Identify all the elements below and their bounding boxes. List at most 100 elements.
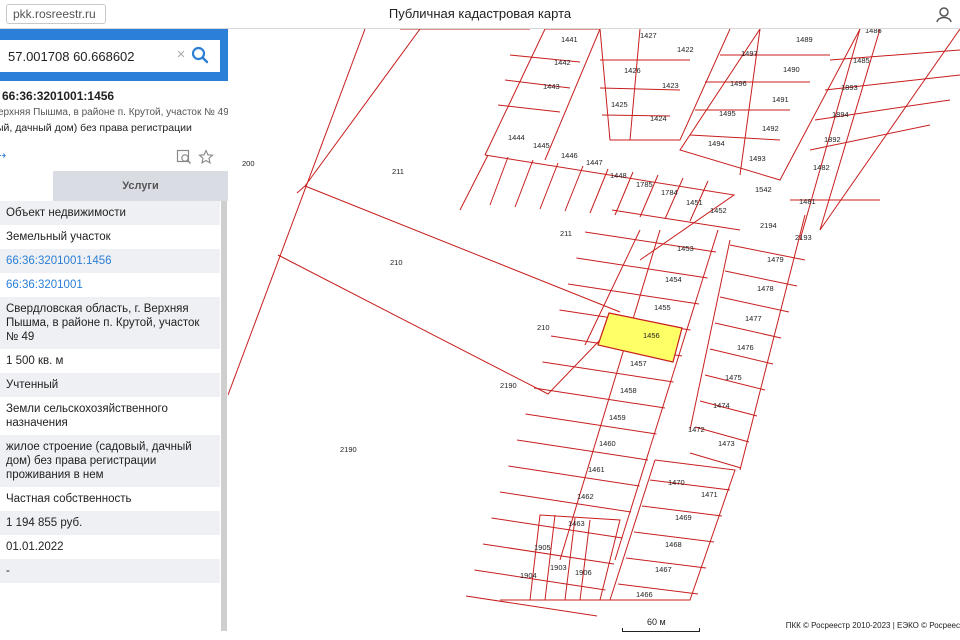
parcel-boundary: [589, 168, 609, 214]
copyright-text: ПКК © Росреестр 2010-2023 | ЕЭКО © Росре…: [785, 621, 960, 630]
parcel-label: 1423: [662, 81, 679, 90]
parcel-label: 2194: [760, 221, 777, 230]
parcel-label: 1456: [643, 331, 660, 340]
parcel-label: 1469: [675, 513, 692, 522]
parcel-label: 1472: [688, 425, 705, 434]
selected-parcel-1456[interactable]: [597, 312, 683, 363]
parcel-boundary: [459, 154, 489, 211]
parcel-label: 1459: [609, 413, 626, 422]
parcel-label: 1427: [640, 31, 657, 40]
parcel-label: 1492: [762, 124, 779, 133]
parcel-label: 1460: [599, 439, 616, 448]
parcel-boundary: [544, 514, 556, 601]
parcel-label: 1447: [586, 158, 603, 167]
parcel-label: 1497: [741, 49, 758, 58]
parcel-label: 1491: [772, 95, 789, 104]
parcel-label: 1489: [796, 35, 813, 44]
map-canvas[interactable]: 200 211 211 210 210 2190 2190 1441 1442 1443 1427 1…: [228, 29, 960, 640]
object-permitted-use: ый, дачный дом) без права регистрации: [0, 122, 192, 134]
parcel-label: 1461: [588, 465, 605, 474]
tab-services[interactable]: Услуги: [53, 171, 228, 201]
parcel-label: 2193: [795, 233, 812, 242]
parcel-label: 1457: [630, 359, 647, 368]
parcel-label: 1426: [624, 66, 641, 75]
parcel-label: 1486: [865, 29, 882, 35]
cadastral-map[interactable]: 200 211 211 210 210 2190 2190 1441 1442 1443 1427 1…: [228, 29, 960, 640]
parcel-boundary: [228, 29, 366, 396]
parcel-label: 1448: [610, 171, 627, 180]
attribute-row: 1 194 855 руб.: [0, 511, 220, 535]
parcel-label: 1455: [654, 303, 671, 312]
parcel-label: 1785: [636, 180, 653, 189]
parcel-boundary: [504, 79, 571, 89]
parcel-label: 1892: [824, 135, 841, 144]
parcel-label: 1495: [719, 109, 736, 118]
attribute-row: 01.01.2022: [6, 541, 64, 553]
parcel-label: 1462: [577, 492, 594, 501]
parcel-boundary: [304, 29, 421, 187]
parcel-boundary: [829, 49, 960, 61]
parcel-label: 1493: [749, 154, 766, 163]
parcel-label: 1906: [575, 568, 592, 577]
parcel-label: 1443: [543, 82, 560, 91]
parcel-label: 210: [390, 258, 403, 267]
parcel-boundary: [539, 162, 559, 210]
parcel-boundary: [719, 296, 790, 313]
parcel-label: 1485: [853, 56, 870, 65]
object-cadastral-number: 66:36:3201001:1456: [2, 89, 115, 103]
parcel-label: 1424: [650, 114, 667, 123]
parcel-label: 1452: [710, 206, 727, 215]
attribute-row: Частная собственность: [6, 493, 132, 505]
object-address: ерхняя Пышма, в районе п. Крутой, участо…: [0, 107, 228, 118]
parcel-label: 1445: [533, 141, 550, 150]
parcel-label: 2190: [340, 445, 357, 454]
parcel-boundary: [584, 231, 717, 253]
parcel-boundary: [525, 413, 657, 435]
parcel-label: 211: [560, 229, 572, 238]
profile-icon[interactable]: [934, 4, 954, 24]
parcel-boundary: [489, 156, 509, 206]
attribute-row: -: [0, 559, 220, 583]
attribute-row: Объект недвижимости: [0, 201, 220, 225]
info-panel: × 66:36:3201001:1456 ерхняя Пышма, в рай…: [0, 29, 228, 640]
parcel-label: 1451: [686, 198, 703, 207]
scale-label: 60 м: [647, 617, 666, 627]
attribute-row: Земельный участок: [6, 231, 111, 243]
parcel-label: 1474: [713, 401, 730, 410]
parcel-label: 1467: [655, 565, 672, 574]
tab-info[interactable]: [0, 171, 53, 201]
parcel-boundary: [714, 322, 782, 339]
parcel-label: 1894: [832, 110, 849, 119]
parcel-label: 1893: [841, 83, 858, 92]
favorite-star-icon[interactable]: [198, 149, 214, 165]
parcel-label: 1442: [554, 58, 571, 67]
address-bar[interactable]: pkk.rosreestr.ru: [6, 4, 106, 24]
parcel-label: 211: [392, 167, 404, 176]
parcel-boundary: [277, 254, 601, 395]
parcel-label: 1458: [620, 386, 637, 395]
parcel-label: 1471: [701, 490, 718, 499]
scrollbar-thumb[interactable]: [221, 201, 227, 631]
scale-bar: [622, 628, 700, 632]
parcel-label: 1476: [737, 343, 754, 352]
parcel-label: 1490: [783, 65, 800, 74]
parcel-label: 1903: [550, 563, 567, 572]
search-icon[interactable]: [190, 44, 210, 66]
parcel-label: 1904: [520, 571, 537, 580]
parcel-label: 1542: [755, 185, 772, 194]
attribute-row[interactable]: 66:36:3201001: [0, 273, 220, 297]
parcel-boundary: [617, 583, 699, 595]
zoom-to-object-icon[interactable]: [176, 149, 192, 165]
parcel-label: 1466: [636, 590, 653, 599]
parcel-label: 1453: [677, 244, 694, 253]
navigate-arrow-icon[interactable]: ⇢: [0, 149, 6, 162]
parcel-label: 1477: [745, 314, 762, 323]
parcel-label: 1470: [668, 478, 685, 487]
browser-bar: pkk.rosreestr.ru Публичная кадастровая к…: [0, 0, 960, 29]
attribute-row[interactable]: 66:36:3201001:1456: [0, 249, 220, 273]
parcel-label: 1444: [508, 133, 525, 142]
tab-bar: Услуги: [0, 171, 228, 201]
clear-icon[interactable]: ×: [172, 46, 190, 64]
parcel-boundary: [516, 439, 649, 461]
attribute-row: Учтенный: [0, 373, 220, 397]
